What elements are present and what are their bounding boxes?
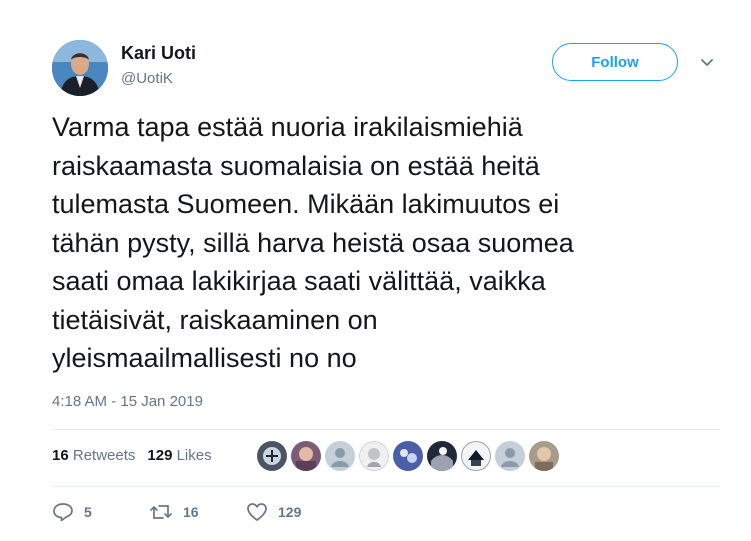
follow-button[interactable]: Follow: [552, 43, 678, 81]
reply-count: 5: [84, 504, 92, 520]
likes-label: Likes: [176, 447, 212, 464]
retweet-icon: [150, 505, 172, 519]
like-count: 129: [278, 504, 302, 520]
divider: [52, 486, 720, 487]
tweet-timestamp[interactable]: 4:18 AM - 15 Jan 2019: [52, 393, 203, 410]
engagement-stats: 16 Retweets 129 Likes: [52, 447, 212, 464]
heart-icon: [247, 503, 267, 521]
author-name[interactable]: Kari Uoti: [121, 43, 196, 64]
liker-avatar[interactable]: [529, 441, 559, 471]
likes-stat[interactable]: 129 Likes: [147, 447, 211, 464]
author-avatar[interactable]: [52, 40, 108, 96]
liker-avatar[interactable]: [427, 441, 457, 471]
default-avatar-icon[interactable]: [495, 441, 525, 471]
retweets-count: 16: [52, 447, 69, 464]
likes-count: 129: [147, 447, 173, 464]
liker-avatar[interactable]: [461, 441, 491, 471]
liker-avatar[interactable]: [393, 441, 423, 471]
author-handle[interactable]: @UotiK: [121, 70, 173, 87]
like-button[interactable]: 129: [246, 502, 343, 522]
retweet-button[interactable]: 16: [149, 503, 246, 521]
divider: [52, 429, 720, 430]
retweet-count: 16: [183, 504, 199, 520]
liker-avatar[interactable]: [291, 441, 321, 471]
liker-avatar[interactable]: [257, 441, 287, 471]
liker-avatar[interactable]: [359, 441, 389, 471]
liker-avatars: [257, 441, 559, 471]
retweets-stat[interactable]: 16 Retweets: [52, 447, 135, 464]
tweet-actions: 5 16 129: [52, 502, 343, 522]
chevron-down-icon[interactable]: [696, 54, 718, 72]
default-avatar-icon[interactable]: [325, 441, 355, 471]
reply-button[interactable]: 5: [52, 502, 149, 522]
reply-icon: [53, 503, 73, 522]
tweet-text: Varma tapa estää nuoria irakilaismiehiä …: [52, 112, 574, 373]
avatar-photo: [52, 40, 108, 96]
retweets-label: Retweets: [72, 447, 136, 464]
